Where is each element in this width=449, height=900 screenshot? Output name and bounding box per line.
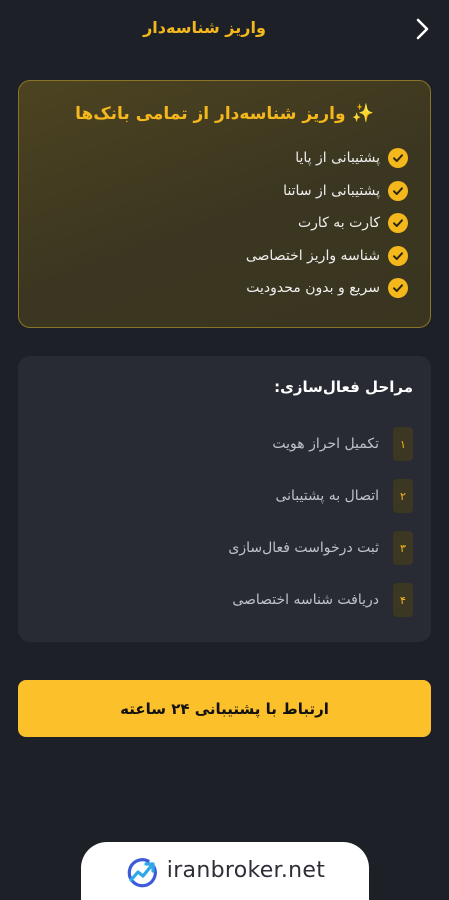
step-number: ۱ [393,427,413,461]
app-header: واریز شناسه‌دار [0,0,449,60]
contact-support-button[interactable]: ارتباط با پشتیبانی ۲۴ ساعته [18,680,431,737]
feature-item: پشتیبانی از پایا [41,142,408,175]
step-label: اتصال به پشتیبانی [275,488,379,504]
feature-label: پشتیبانی از پایا [295,150,380,167]
sparkles-icon: ✨ [351,103,374,124]
feature-item: پشتیبانی از ساتنا [41,175,408,208]
feature-label: سریع و بدون محدودیت [246,280,380,297]
step-label: تکمیل احراز هویت [272,436,379,452]
step-label: ثبت درخواست فعال‌سازی [228,540,379,556]
promo-title-row: ✨ واریز شناسه‌دار از تمامی بانک‌ها [41,103,408,124]
brand-text: iranbroker.net [166,858,326,883]
check-circle-icon [388,148,408,169]
back-button[interactable] [411,15,435,43]
steps-title: مراحل فعال‌سازی: [274,378,413,396]
feature-list: پشتیبانی از پایا پشتیبانی از ساتنا کارت … [41,142,408,305]
feature-label: پشتیبانی از ساتنا [283,182,380,199]
check-circle-icon [388,180,408,201]
feature-label: شناسه واریز اختصاصی [245,247,380,264]
step-number: ۲ [393,479,413,513]
feature-label: کارت به کارت [297,215,380,232]
step-label: دریافت شناسه اختصاصی [232,592,379,608]
brand-watermark: iranbroker.net [81,842,369,900]
chart-trend-logo-icon [127,858,157,888]
check-circle-icon [388,213,408,234]
step-item: ۳ ثبت درخواست فعال‌سازی [36,522,413,574]
chevron-right-icon [416,18,429,40]
step-number: ۳ [393,531,413,565]
promo-title: واریز شناسه‌دار از تمامی بانک‌ها [75,103,346,124]
step-item: ۲ اتصال به پشتیبانی [36,470,413,522]
page-title: واریز شناسه‌دار [143,18,266,37]
feature-item: شناسه واریز اختصاصی [41,240,408,273]
activation-steps-card: مراحل فعال‌سازی: ۱ تکمیل احراز هویت ۲ ات… [18,356,431,642]
check-circle-icon [388,278,408,299]
step-item: ۴ دریافت شناسه اختصاصی [36,574,413,626]
step-number: ۴ [393,583,413,617]
promo-card: ✨ واریز شناسه‌دار از تمامی بانک‌ها پشتیب… [18,80,431,328]
feature-item: سریع و بدون محدودیت [41,272,408,305]
check-circle-icon [388,245,408,266]
feature-item: کارت به کارت [41,207,408,240]
step-item: ۱ تکمیل احراز هویت [36,418,413,470]
